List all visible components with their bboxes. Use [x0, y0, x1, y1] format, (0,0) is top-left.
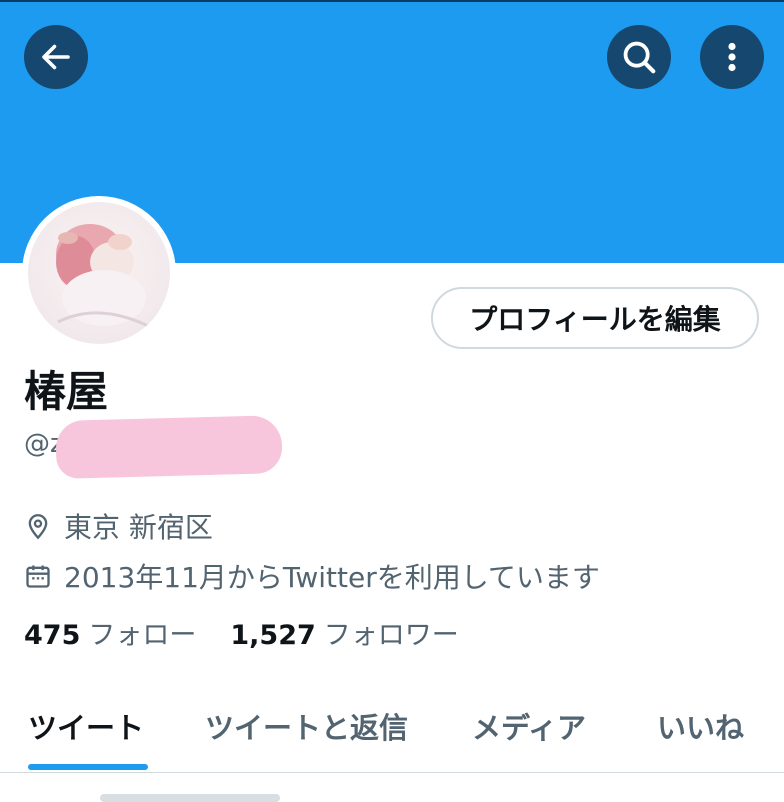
tab-tweets[interactable]: ツイート	[28, 680, 144, 772]
joined-text: 2013年11月からTwitterを利用しています	[64, 561, 600, 594]
search-icon	[623, 41, 656, 74]
calendar-icon	[26, 565, 50, 588]
status-edge	[0, 0, 784, 2]
following-count: 475	[24, 620, 81, 651]
follow-stats: 475 フォロー 1,527 フォロワー	[24, 617, 459, 655]
followers-label: フォロワー	[323, 620, 459, 651]
following-label: フォロー	[88, 620, 197, 651]
back-button[interactable]	[24, 25, 88, 89]
tab-tweets-replies[interactable]: ツイートと返信	[205, 680, 408, 772]
location-pin-icon	[28, 514, 48, 540]
tab-likes[interactable]: いいね	[657, 680, 744, 772]
followers-count: 1,527	[230, 620, 316, 651]
redaction-mark	[55, 415, 283, 479]
tabs-divider	[0, 772, 784, 773]
arrow-left-icon	[42, 44, 70, 70]
joined-row: 2013年11月からTwitterを利用しています	[24, 556, 600, 596]
edit-profile-button[interactable]: プロフィールを編集	[431, 287, 759, 349]
avatar[interactable]	[22, 196, 176, 350]
next-content-peek	[100, 794, 280, 802]
profile-tabs: ツイート ツイートと返信 メディア いいね	[0, 680, 784, 772]
active-tab-indicator	[28, 764, 148, 770]
display-name: 椿屋	[24, 367, 109, 416]
location-row: 東京 新宿区	[24, 506, 213, 546]
following-link[interactable]: 475 フォロー	[24, 617, 196, 655]
location-text: 東京 新宿区	[64, 511, 213, 544]
more-vertical-icon	[728, 42, 736, 72]
tab-media[interactable]: メディア	[472, 680, 586, 772]
search-button[interactable]	[607, 25, 671, 89]
followers-link[interactable]: 1,527 フォロワー	[230, 617, 458, 655]
avatar-image	[28, 202, 170, 344]
more-button[interactable]	[700, 25, 764, 89]
